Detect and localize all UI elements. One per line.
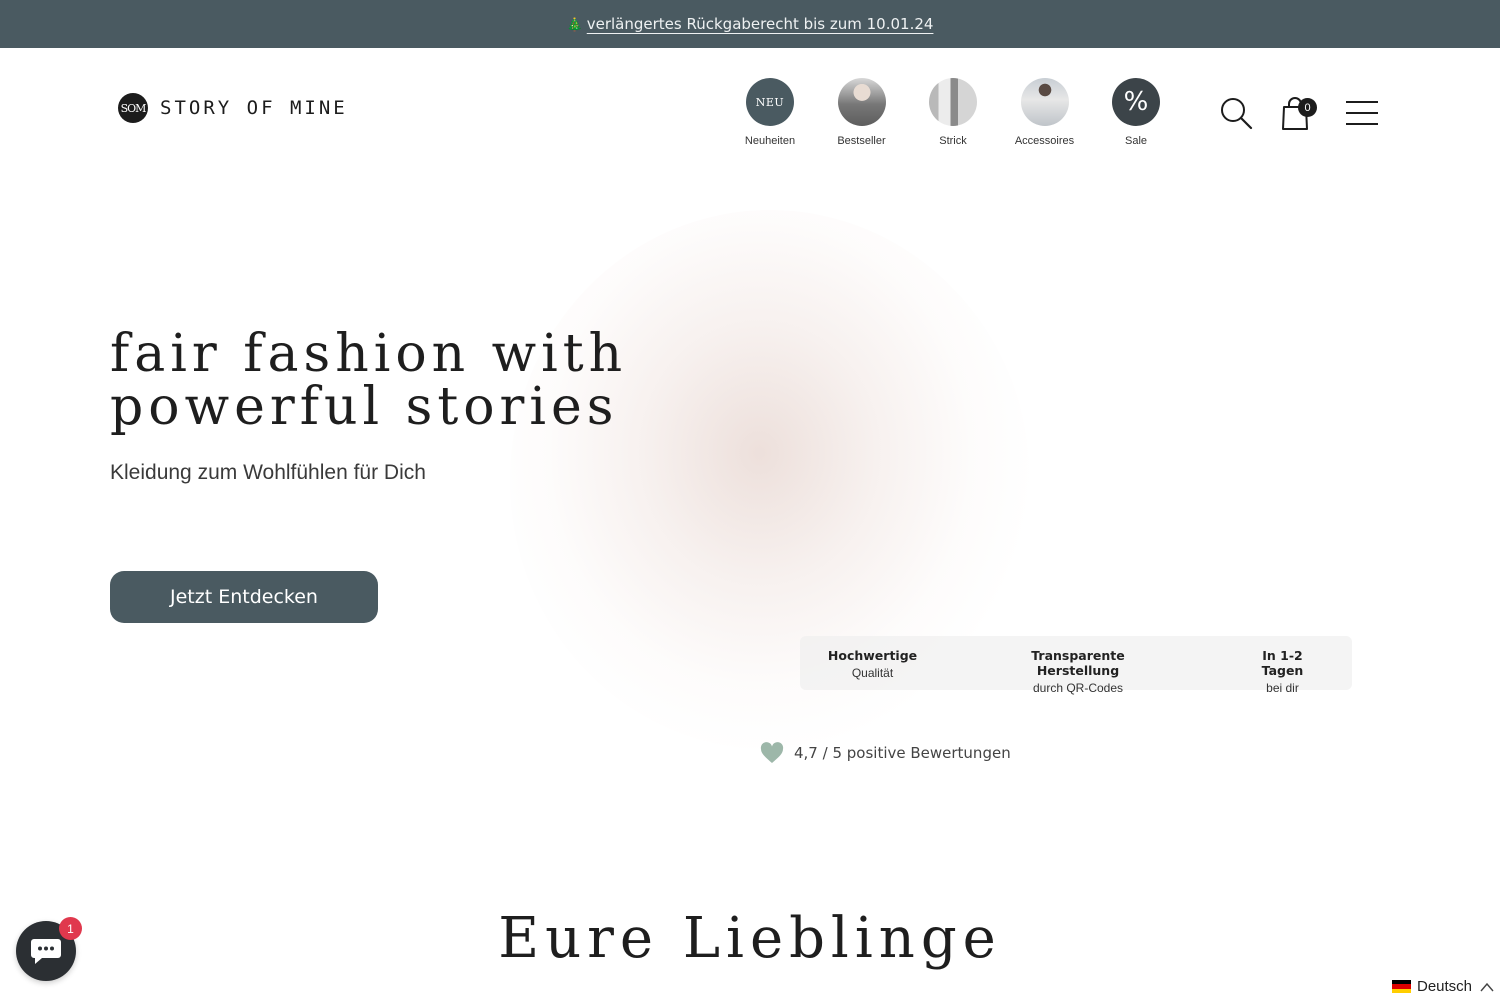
discover-button[interactable]: Jetzt Entdecken [110, 571, 378, 623]
hero-title: fair fashion with powerful stories [110, 328, 627, 434]
rating-summary[interactable]: 4,7 / 5 positive Bewertungen [760, 742, 1011, 764]
chat-notification-badge: 1 [59, 917, 82, 940]
announcement-link[interactable]: 🎄 verlängertes Rückgaberecht bis zum 10.0… [567, 15, 934, 33]
strick-thumbnail [929, 78, 977, 126]
usp-quality: Hochwertige Qualität [827, 648, 918, 680]
hero-title-line: fair fashion with [110, 324, 628, 384]
category-label: Bestseller [837, 135, 886, 147]
category-label: Neuheiten [744, 135, 796, 147]
category-nav: NEU Neuheiten Bestseller Strick Accessoi… [738, 78, 1196, 147]
german-flag-icon [1392, 980, 1411, 993]
heart-icon [760, 742, 784, 763]
logo-mark: SOM [118, 93, 148, 123]
hero-subtitle: Kleidung zum Wohlfühlen für Dich [110, 461, 426, 484]
category-label: Accessoires [1014, 135, 1075, 147]
rating-text: 4,7 / 5 positive Bewertungen [794, 744, 1011, 762]
category-strick[interactable]: Strick [921, 78, 985, 147]
hero-title-line: powerful stories [110, 377, 619, 437]
category-accessoires[interactable]: Accessoires [1013, 78, 1077, 147]
language-label: Deutsch [1417, 978, 1473, 995]
section-title: Eure Lieblinge [498, 906, 1002, 971]
logo-text: STORY OF MINE [160, 97, 348, 119]
announcement-bar: 🎄 verlängertes Rückgaberecht bis zum 10.0… [0, 0, 1500, 48]
usp-transparency: Transparente Herstellung durch QR-Codes [998, 648, 1158, 695]
category-neuheiten[interactable]: NEU Neuheiten [738, 78, 802, 147]
chevron-up-icon [1480, 982, 1494, 991]
usp-subtitle: bei dir [1266, 681, 1299, 695]
percent-icon: % [1112, 78, 1160, 126]
usp-subtitle: durch QR-Codes [1032, 681, 1124, 695]
chat-icon [31, 939, 61, 964]
new-badge-icon: NEU [746, 78, 794, 126]
hamburger-menu-icon[interactable] [1345, 98, 1379, 128]
announcement-text: verlängertes Rückgaberecht bis zum 10.01… [586, 15, 934, 33]
usp-bar: Hochwertige Qualität Transparente Herste… [800, 636, 1352, 695]
usp-title: Transparente Herstellung [1031, 648, 1125, 678]
language-selector[interactable]: Deutsch [1392, 978, 1494, 995]
category-sale[interactable]: % Sale [1104, 78, 1168, 147]
usp-title: In 1-2 Tagen [1261, 648, 1304, 678]
shopping-bag-icon[interactable]: 0 [1280, 96, 1320, 132]
site-logo[interactable]: SOM STORY OF MINE [118, 93, 348, 123]
usp-subtitle: Qualität [851, 666, 894, 680]
search-icon[interactable] [1219, 96, 1253, 130]
category-label: Sale [1124, 135, 1148, 147]
accessoires-thumbnail [1020, 78, 1069, 126]
christmas-tree-icon: 🎄 [566, 18, 583, 33]
bestseller-thumbnail [837, 78, 886, 126]
usp-delivery: In 1-2 Tagen bei dir [1240, 648, 1325, 695]
cart-count-badge: 0 [1298, 98, 1317, 117]
category-label: Strick [939, 135, 967, 147]
usp-title: Hochwertige [827, 648, 918, 663]
category-bestseller[interactable]: Bestseller [830, 78, 894, 147]
